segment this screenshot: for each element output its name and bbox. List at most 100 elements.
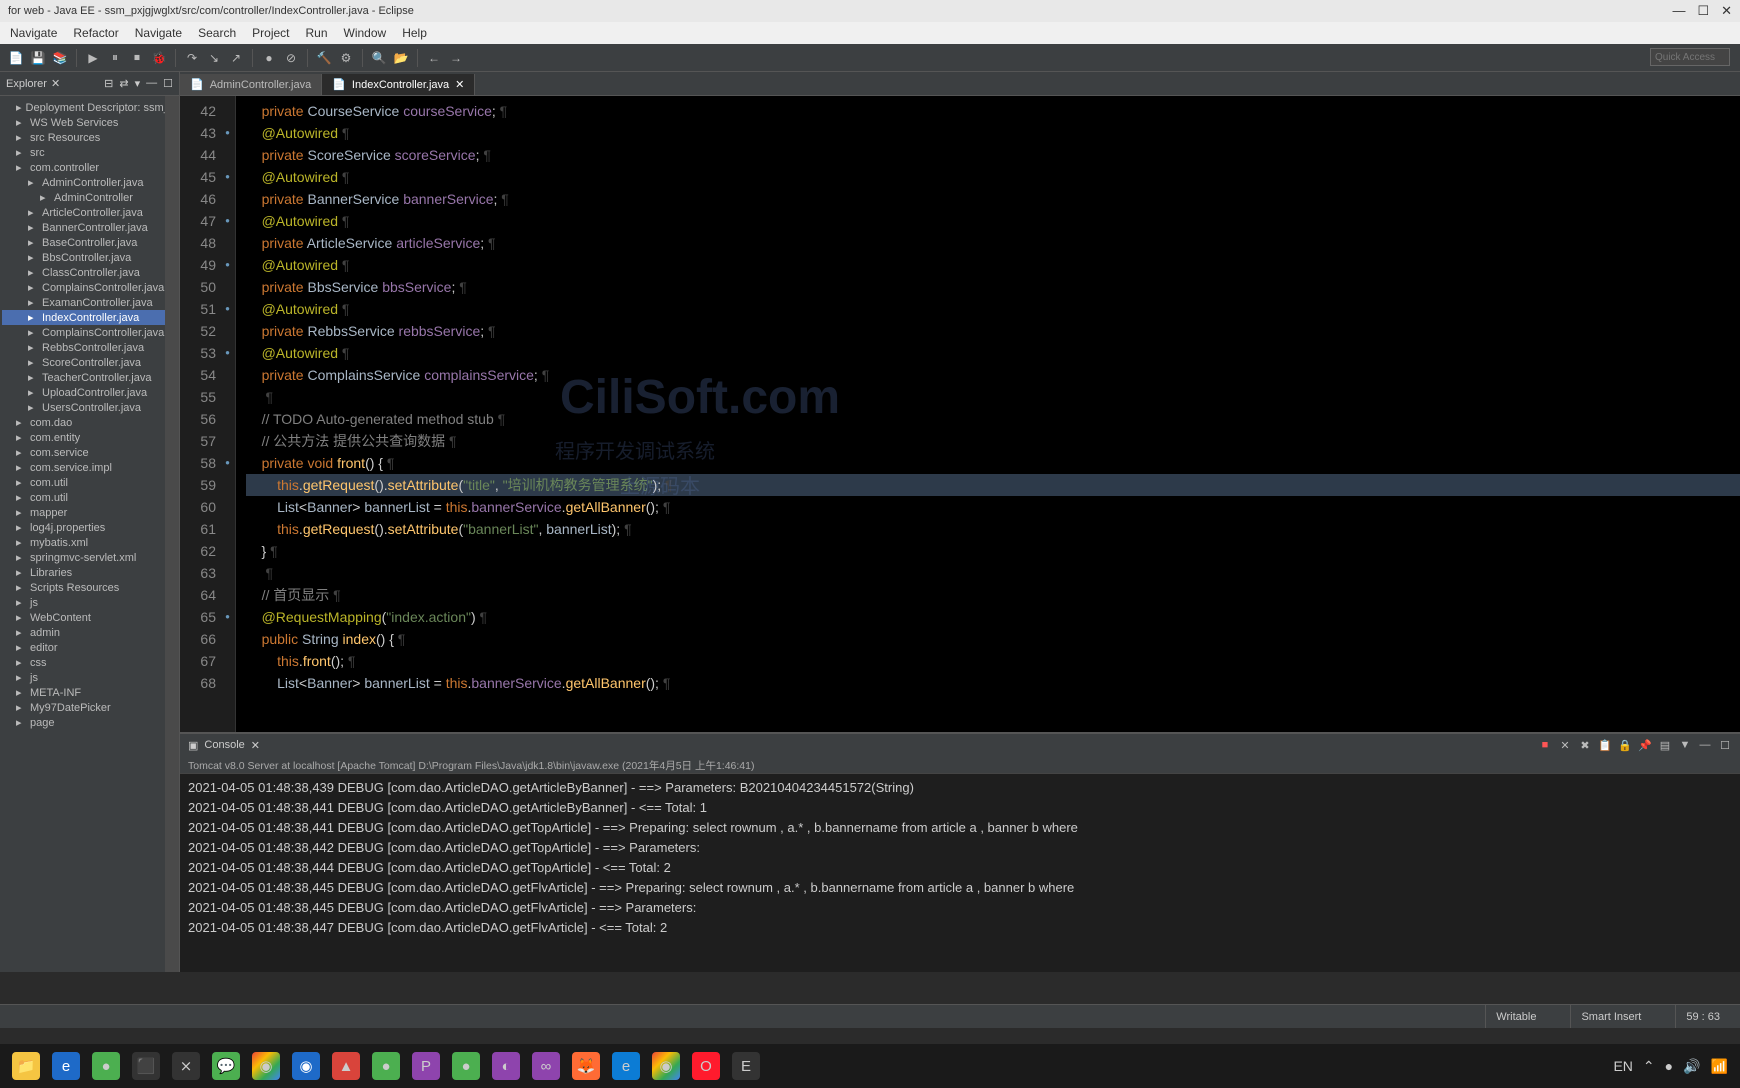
code-line[interactable]: // TODO Auto-generated method stub ¶	[246, 408, 1740, 430]
tree-item[interactable]: ▸ScoreController.java	[2, 355, 177, 370]
debug-icon[interactable]: 🐞	[151, 50, 167, 66]
tree-item[interactable]: ▸UsersController.java	[2, 400, 177, 415]
line-number[interactable]: 65	[180, 606, 216, 628]
tree-item[interactable]: ▸com.entity	[2, 430, 177, 445]
tree-item[interactable]: ▸ComplainsController.java	[2, 325, 177, 340]
terminate-icon[interactable]: ■	[1538, 738, 1552, 752]
line-number[interactable]: 57	[180, 430, 216, 452]
tree-item[interactable]: ▸Libraries	[2, 565, 177, 580]
run-icon[interactable]: ▶	[85, 50, 101, 66]
line-number[interactable]: 53	[180, 342, 216, 364]
code-line[interactable]: this.front(); ¶	[246, 650, 1740, 672]
line-number[interactable]: 64	[180, 584, 216, 606]
tree-item[interactable]: ▸WS Web Services	[2, 115, 177, 130]
tree-item[interactable]: ▸page	[2, 715, 177, 730]
tree-item[interactable]: ▸Deployment Descriptor: ssm_pxjgjwgl	[2, 100, 177, 115]
code-line[interactable]: this.getRequest().setAttribute("bannerLi…	[246, 518, 1740, 540]
line-number[interactable]: 51	[180, 298, 216, 320]
taskbar-app-green2[interactable]: ●	[372, 1052, 400, 1080]
code-line[interactable]: // 公共方法 提供公共查询数据 ¶	[246, 430, 1740, 452]
taskbar-app-red1[interactable]: ▲	[332, 1052, 360, 1080]
code-line[interactable]: List<Banner> bannerList = this.bannerSer…	[246, 672, 1740, 694]
tree-item[interactable]: ▸BannerController.java	[2, 220, 177, 235]
taskbar-chrome[interactable]: ◉	[252, 1052, 280, 1080]
tree-item[interactable]: ▸admin	[2, 625, 177, 640]
taskbar-browser2[interactable]: ◉	[292, 1052, 320, 1080]
line-number[interactable]: 56	[180, 408, 216, 430]
tree-item[interactable]: ▸com.controller	[2, 160, 177, 175]
code-line[interactable]: @Autowired ¶	[246, 298, 1740, 320]
code-line[interactable]: } ¶	[246, 540, 1740, 562]
taskbar-opera[interactable]: O	[692, 1052, 720, 1080]
code-line[interactable]: private void front() { ¶	[246, 452, 1740, 474]
tree-item[interactable]: ▸com.service	[2, 445, 177, 460]
code-line[interactable]: @Autowired ¶	[246, 166, 1740, 188]
code-line[interactable]: private ArticleService articleService; ¶	[246, 232, 1740, 254]
code-line[interactable]: @Autowired ¶	[246, 122, 1740, 144]
taskbar-edge[interactable]: e	[612, 1052, 640, 1080]
menu-navigate[interactable]: Navigate	[10, 26, 57, 40]
line-number[interactable]: 62	[180, 540, 216, 562]
tree-item[interactable]: ▸ClassController.java	[2, 265, 177, 280]
tree-item[interactable]: ▸Scripts Resources	[2, 580, 177, 595]
code-line[interactable]: private RebbsService rebbsService; ¶	[246, 320, 1740, 342]
console-tab-label[interactable]: Console	[204, 739, 244, 751]
taskbar-app-purple[interactable]: P	[412, 1052, 440, 1080]
folding-strip[interactable]	[222, 96, 236, 732]
tree-item[interactable]: ▸META-INF	[2, 685, 177, 700]
line-number[interactable]: 63	[180, 562, 216, 584]
tree-item[interactable]: ▸src	[2, 145, 177, 160]
scroll-lock-icon[interactable]: 🔒	[1618, 738, 1632, 752]
maximize-console-icon[interactable]: ☐	[1718, 738, 1732, 752]
tree-item[interactable]: ▸com.dao	[2, 415, 177, 430]
taskbar-chrome2[interactable]: ◉	[652, 1052, 680, 1080]
remove-all-icon[interactable]: ✖	[1578, 738, 1592, 752]
code-line[interactable]: private ComplainsService complainsServic…	[246, 364, 1740, 386]
menu-help[interactable]: Help	[402, 26, 427, 40]
external-tools-icon[interactable]: ⚙	[338, 50, 354, 66]
minimize-view-icon[interactable]: —	[146, 77, 157, 90]
line-number[interactable]: 52	[180, 320, 216, 342]
open-type-icon[interactable]: 📂	[393, 50, 409, 66]
tray-notification-icon[interactable]: ●	[1665, 1058, 1673, 1074]
tree-item[interactable]: ▸AdminController	[2, 190, 177, 205]
line-number[interactable]: 47	[180, 210, 216, 232]
menu-run[interactable]: Run	[306, 26, 328, 40]
minimize-button[interactable]: —	[1672, 3, 1685, 19]
save-icon[interactable]: 💾	[30, 50, 46, 66]
tree-item[interactable]: ▸BbsController.java	[2, 250, 177, 265]
tree-item[interactable]: ▸editor	[2, 640, 177, 655]
menu-window[interactable]: Window	[344, 26, 387, 40]
tab-admin-controller[interactable]: 📄 AdminController.java	[180, 74, 322, 95]
pin-console-icon[interactable]: 📌	[1638, 738, 1652, 752]
tree-item[interactable]: ▸RebbsController.java	[2, 340, 177, 355]
search-icon[interactable]: 🔍	[371, 50, 387, 66]
back-icon[interactable]: ←	[426, 50, 442, 66]
console-output[interactable]: 2021-04-05 01:48:38,439 DEBUG [com.dao.A…	[180, 774, 1740, 972]
stop-icon[interactable]: ⏹	[129, 50, 145, 66]
tree-item[interactable]: ▸BaseController.java	[2, 235, 177, 250]
tree-item[interactable]: ▸com.service.impl	[2, 460, 177, 475]
code-line[interactable]: private CourseService courseService; ¶	[246, 100, 1740, 122]
maximize-view-icon[interactable]: ☐	[163, 77, 173, 90]
tree-item[interactable]: ▸log4j.properties	[2, 520, 177, 535]
line-number[interactable]: 58	[180, 452, 216, 474]
tree-item[interactable]: ▸ArticleController.java	[2, 205, 177, 220]
line-number[interactable]: 48	[180, 232, 216, 254]
tree-item[interactable]: ▸js	[2, 595, 177, 610]
remove-launch-icon[interactable]: ✕	[1558, 738, 1572, 752]
minimize-console-icon[interactable]: —	[1698, 738, 1712, 752]
taskbar-ie[interactable]: e	[52, 1052, 80, 1080]
open-console-icon[interactable]: ▼	[1678, 738, 1692, 752]
tree-item[interactable]: ▸css	[2, 655, 177, 670]
explorer-tree[interactable]: ▸Deployment Descriptor: ssm_pxjgjwgl▸WS …	[0, 96, 179, 972]
view-menu-icon[interactable]: ▾	[135, 77, 141, 90]
taskbar-eclipse[interactable]: ◐	[492, 1052, 520, 1080]
tree-item[interactable]: ▸My97DatePicker	[2, 700, 177, 715]
taskbar-app-dark2[interactable]: ⨯	[172, 1052, 200, 1080]
code-line[interactable]: private ScoreService scoreService; ¶	[246, 144, 1740, 166]
code-line[interactable]: List<Banner> bannerList = this.bannerSer…	[246, 496, 1740, 518]
line-gutter[interactable]: 4243444546474849505152535455565758596061…	[180, 96, 222, 732]
console-close-icon[interactable]: ✕	[251, 739, 260, 752]
collapse-all-icon[interactable]: ⊟	[104, 77, 113, 90]
